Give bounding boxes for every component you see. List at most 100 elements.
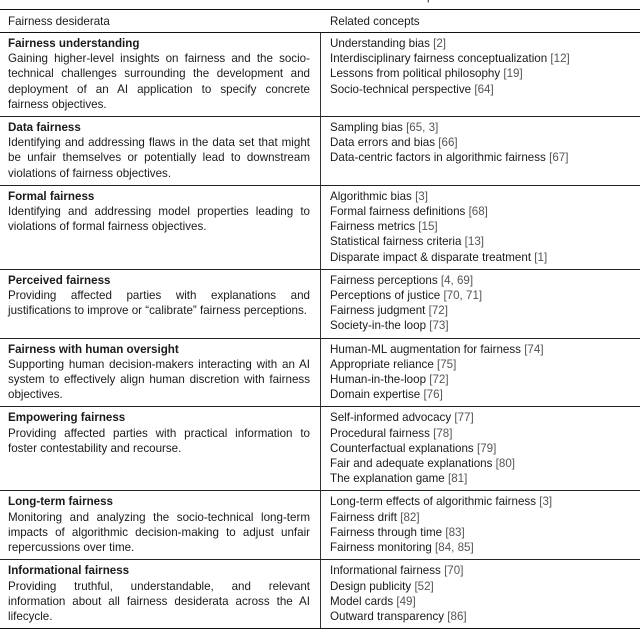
related-concepts-cell: Informational fairness [70] Design public… — [321, 560, 640, 628]
desideratum-title: Informational fairness — [8, 564, 130, 578]
citation[interactable]: [12] — [550, 52, 569, 65]
related-concept: Domain expertise [76] — [330, 387, 632, 402]
citation[interactable]: [77] — [454, 411, 473, 424]
table-body: Fairness understanding Gaining higher-lev… — [0, 33, 640, 629]
concept-name: Socio-technical perspective — [330, 82, 472, 96]
related-concept: Socio-technical perspective [64] — [330, 82, 632, 97]
header-related-concepts: Related concepts — [330, 14, 420, 28]
related-concepts-cell: Sampling bias [65, 3] Data errors and bia… — [321, 117, 640, 185]
related-concept: Lessons from political philosophy [19] — [330, 66, 632, 81]
citation[interactable]: [78] — [433, 427, 452, 440]
related-concept: Design publicity [52] — [330, 579, 632, 594]
concept-name: Fair and adequate explanations — [330, 457, 493, 471]
citation[interactable]: [76] — [423, 388, 442, 401]
concept-name: Interdisciplinary fairness conceptualiza… — [330, 52, 548, 66]
citation[interactable]: [65, 3] — [406, 121, 438, 134]
table-row: Fairness understanding Gaining higher-lev… — [0, 33, 640, 118]
table-header: Fairness desiderata Related concepts — [0, 10, 640, 32]
citation[interactable]: [79] — [477, 442, 496, 455]
concept-name: Human-in-the-loop — [330, 373, 427, 387]
citation[interactable]: [67] — [549, 151, 568, 164]
concept-name: Fairness judgment — [330, 304, 426, 318]
related-concept: Interdisciplinary fairness conceptualiza… — [330, 51, 632, 66]
concept-name: Informational fairness — [330, 564, 441, 578]
citation[interactable]: [64] — [474, 83, 493, 96]
citation[interactable]: [1] — [534, 251, 547, 264]
related-concepts-cell: Algorithmic bias [3] Formal fairness defi… — [321, 186, 640, 269]
related-concept: Model cards [49] — [330, 594, 632, 609]
desideratum-title: Empowering fairness — [8, 411, 126, 425]
fairness-table: Fairness desiderata Related concepts Fai… — [0, 9, 640, 629]
concept-name: Self-informed advocacy — [330, 411, 452, 425]
table-row: Formal fairness Identifying and addressin… — [0, 185, 640, 270]
related-concept: Human-ML augmentation for fairness [74] — [330, 342, 632, 357]
desideratum-title: Data fairness — [8, 121, 81, 135]
related-concepts-cell: Human-ML augmentation for fairness [74] A… — [321, 339, 640, 407]
desideratum-title: Long-term fairness — [8, 495, 114, 509]
table-row: Fairness with human oversight Supporting … — [0, 338, 640, 408]
citation[interactable]: [75] — [437, 358, 456, 371]
related-concept: Counterfactual explanations [79] — [330, 441, 632, 456]
citation[interactable]: [66] — [438, 136, 457, 149]
concept-name: Procedural fairness — [330, 426, 430, 440]
related-concept: Formal fairness definitions [68] — [330, 204, 632, 219]
related-concept: Understanding bias [2] — [330, 36, 632, 51]
related-concept: Procedural fairness [78] — [330, 426, 632, 441]
citation[interactable]: [3] — [415, 190, 428, 203]
citation[interactable]: [2] — [433, 37, 446, 50]
citation[interactable]: [13] — [465, 235, 484, 248]
citation[interactable]: [81] — [448, 472, 467, 485]
concept-name: Domain expertise — [330, 388, 421, 402]
citation[interactable]: [70, 71] — [443, 289, 482, 302]
desideratum-cell: Informational fairness Providing truthful… — [0, 560, 321, 629]
citation[interactable]: [80] — [496, 457, 515, 470]
desideratum-cell: Perceived fairness Providing affected par… — [0, 269, 321, 338]
desideratum-title: Perceived fairness — [8, 273, 111, 287]
desideratum-cell: Empowering fairness Providing affected pa… — [0, 407, 321, 491]
citation[interactable]: [72] — [429, 304, 448, 317]
citation[interactable]: [82] — [400, 511, 419, 524]
citation[interactable]: [83] — [445, 526, 464, 539]
citation[interactable]: [3] — [539, 495, 552, 508]
related-concept: Algorithmic bias [3] — [330, 189, 632, 204]
desideratum-description: Supporting human decision-makers interac… — [8, 357, 310, 402]
concept-name: Fairness drift — [330, 510, 398, 524]
citation[interactable]: [19] — [503, 67, 522, 80]
citation[interactable]: [52] — [414, 580, 433, 593]
citation[interactable]: [15] — [418, 220, 437, 233]
citation[interactable]: [68] — [469, 205, 488, 218]
related-concept: Fairness through time [83] — [330, 525, 632, 540]
related-concept: Outward transparency [86] — [330, 609, 632, 624]
concept-name: Data-centric factors in algorithmic fair… — [330, 151, 546, 165]
concept-name: Fairness metrics — [330, 220, 416, 234]
concept-name: Appropriate reliance — [330, 357, 434, 371]
concept-name: Society-in-the loop — [330, 319, 427, 333]
citation[interactable]: [74] — [524, 343, 543, 356]
related-concept: Sampling bias [65, 3] — [330, 120, 632, 135]
concept-name: Human-ML augmentation for fairness — [330, 342, 521, 356]
desideratum-cell: Fairness understanding Gaining higher-lev… — [0, 33, 321, 117]
desideratum-cell: Long-term fairness Monitoring and analyzi… — [0, 491, 321, 560]
table-row: Informational fairness Providing truthful… — [0, 560, 640, 629]
citation[interactable]: [72] — [429, 373, 448, 386]
related-concept: Statistical fairness criteria [13] — [330, 234, 632, 249]
concept-name: Lessons from political philosophy — [330, 67, 501, 81]
table-caption: Table 1. Fairness desiderata and related… — [0, 0, 640, 5]
related-concepts-cell: Understanding bias [2] Interdisciplinary … — [321, 33, 640, 116]
desideratum-description: Identifying and addressing model propert… — [8, 205, 310, 234]
desideratum-description: Providing affected parties with explanat… — [8, 289, 310, 318]
citation[interactable]: [84, 85] — [435, 541, 474, 554]
related-concept: Appropriate reliance [75] — [330, 357, 632, 372]
related-concept: Human-in-the-loop [72] — [330, 372, 632, 387]
desideratum-cell: Formal fairness Identifying and addressin… — [0, 185, 321, 269]
concept-name: Disparate impact & disparate treatment — [330, 250, 532, 264]
citation[interactable]: [49] — [396, 595, 415, 608]
table-row: Empowering fairness Providing affected pa… — [0, 407, 640, 492]
citation[interactable]: [73] — [429, 319, 448, 332]
concept-name: Sampling bias — [330, 121, 403, 135]
citation[interactable]: [70] — [444, 564, 463, 577]
related-concept: Long-term effects of algorithmic fairnes… — [330, 494, 632, 509]
citation[interactable]: [4, 69] — [441, 274, 473, 287]
citation[interactable]: [86] — [447, 610, 466, 623]
related-concept: Disparate impact & disparate treatment [… — [330, 250, 632, 265]
